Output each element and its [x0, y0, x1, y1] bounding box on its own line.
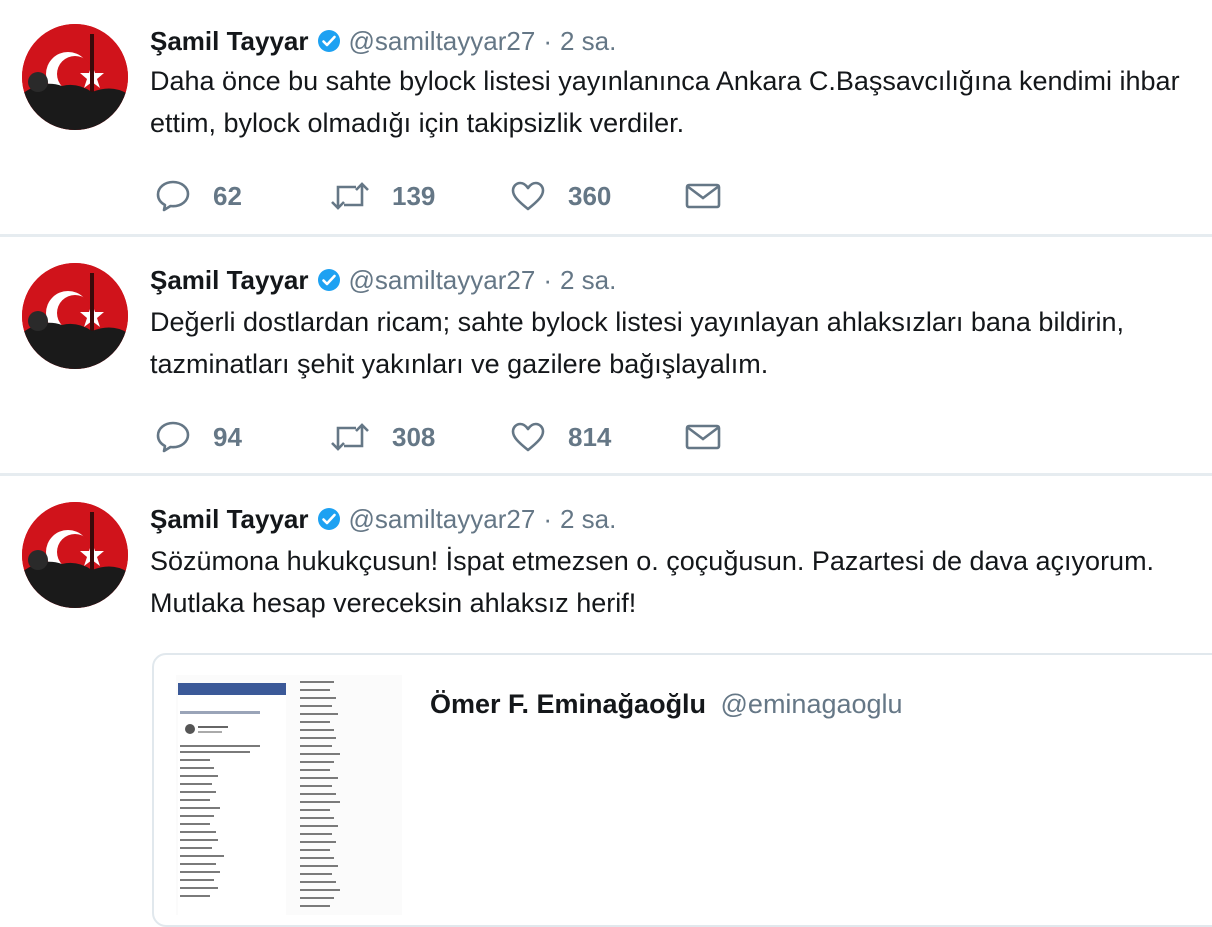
avatar[interactable] — [22, 263, 128, 369]
separator-dot: · — [543, 25, 552, 56]
author-name[interactable]: Şamil Tayyar — [150, 504, 309, 535]
retweet-button[interactable]: 139 — [330, 180, 510, 212]
quoted-author-handle[interactable]: @eminagaoglu — [721, 689, 903, 719]
tweet-text: Değerli dostlardan ricam; sahte bylock l… — [150, 307, 1124, 379]
reply-button[interactable]: 94 — [155, 420, 330, 454]
quoted-tweet-card[interactable]: Ömer F. Eminağaoğlu @eminagaoglu — [152, 653, 1212, 927]
author-handle[interactable]: @samiltayyar27 — [349, 26, 536, 57]
retweet-count: 308 — [392, 421, 436, 452]
like-icon — [510, 421, 546, 453]
quoted-tweet-author[interactable]: Ömer F. Eminağaoğlu @eminagaoglu — [430, 689, 903, 720]
author-name[interactable]: Şamil Tayyar — [150, 265, 309, 296]
quoted-tweet-image[interactable] — [176, 675, 402, 915]
retweet-icon — [330, 180, 370, 212]
verified-badge-icon — [317, 268, 341, 292]
like-count: 814 — [568, 421, 612, 452]
tweet-text: Sözümona hukukçusun! İspat etmezsen o. ç… — [150, 546, 1155, 618]
retweet-count: 139 — [392, 180, 436, 211]
timestamp[interactable]: 2 sa. — [560, 504, 616, 535]
author-handle[interactable]: @samiltayyar27 — [349, 265, 536, 296]
timestamp[interactable]: 2 sa. — [560, 265, 616, 296]
quoted-author-name[interactable]: Ömer F. Eminağaoğlu — [430, 689, 706, 719]
author-handle[interactable]: @samiltayyar27 — [349, 504, 536, 535]
retweet-button[interactable]: 308 — [330, 421, 510, 453]
separator-dot: · — [543, 264, 552, 295]
retweet-icon — [330, 421, 370, 453]
avatar-image — [22, 502, 128, 608]
like-button[interactable]: 360 — [510, 180, 685, 212]
reply-count: 62 — [213, 180, 242, 211]
direct-message-button[interactable] — [685, 182, 721, 210]
reply-icon — [155, 420, 191, 454]
tweet-2[interactable]: Şamil Tayyar @samiltayyar27 · 2 sa. Değe… — [0, 237, 1212, 473]
tweet-text: Daha önce bu sahte bylock listesi yayınl… — [150, 66, 1180, 138]
reply-button[interactable]: 62 — [155, 179, 330, 213]
author-name[interactable]: Şamil Tayyar — [150, 26, 309, 57]
like-count: 360 — [568, 180, 612, 211]
like-button[interactable]: 814 — [510, 421, 685, 453]
avatar[interactable] — [22, 502, 128, 608]
avatar-image — [22, 263, 128, 369]
avatar[interactable] — [22, 24, 128, 130]
screenshot-thumbnail — [178, 681, 340, 915]
separator-dot: · — [543, 503, 552, 534]
like-icon — [510, 180, 546, 212]
tweet-1[interactable]: Şamil Tayyar @samiltayyar27 · 2 sa. Daha… — [0, 0, 1212, 235]
direct-message-button[interactable] — [685, 423, 721, 451]
verified-badge-icon — [317, 29, 341, 53]
reply-icon — [155, 179, 191, 213]
avatar-image — [22, 24, 128, 130]
reply-count: 94 — [213, 421, 242, 452]
timestamp[interactable]: 2 sa. — [560, 26, 616, 57]
direct-message-icon — [685, 423, 721, 451]
direct-message-icon — [685, 182, 721, 210]
verified-badge-icon — [317, 507, 341, 531]
